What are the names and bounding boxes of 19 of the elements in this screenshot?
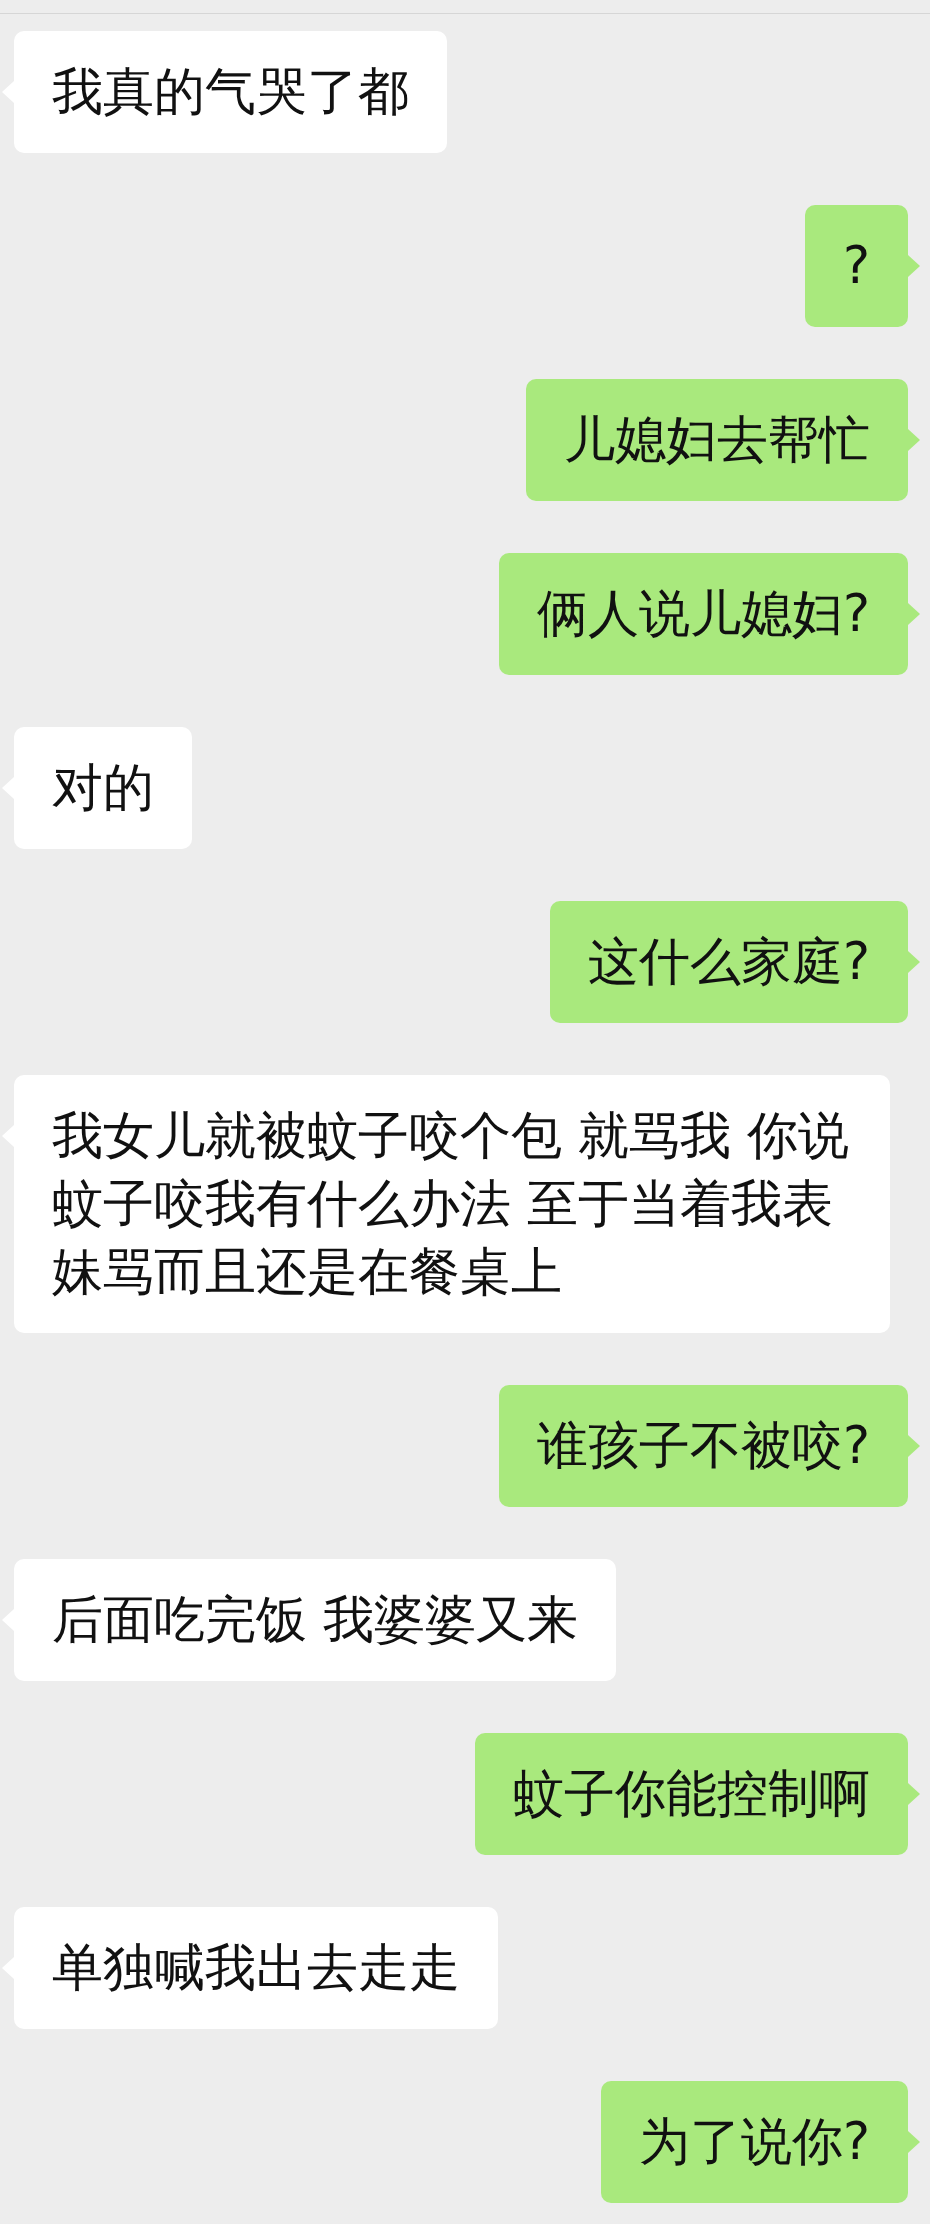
message-bubble: 为了说你?	[600, 2081, 908, 2203]
message-bubble: 蚊子你能控制啊	[475, 1733, 908, 1855]
message-bubble: 我女儿就被蚊子咬个包 就骂我 你说蚊子咬我有什么办法 至于当着我表妹骂而且还是在餐桌上	[14, 1075, 890, 1333]
message-bubble: 后面吃完饭 我婆婆又来	[14, 1559, 617, 1681]
message-bubble: 俩人说儿媳妇?	[498, 553, 908, 675]
message-bubble: 对的	[14, 727, 192, 849]
bubble-tail-icon	[908, 1783, 920, 1805]
message-bubble: 单独喊我出去走走	[14, 1907, 498, 2029]
message-bubble: 这什么家庭?	[549, 901, 908, 1023]
message-bubble: 儿媳妇去帮忙	[526, 379, 908, 501]
message-bubble: 谁孩子不被咬?	[498, 1385, 908, 1507]
bubble-tail-icon	[908, 255, 920, 277]
bubble-tail-icon	[908, 2131, 920, 2153]
bubble-tail-icon	[908, 951, 920, 973]
message-bubble: ?	[804, 205, 908, 327]
bubble-tail-icon	[908, 603, 920, 625]
bubble-tail-icon	[908, 1435, 920, 1457]
message-bubble: 我真的气哭了都	[14, 31, 447, 153]
bubble-tail-icon	[908, 429, 920, 451]
